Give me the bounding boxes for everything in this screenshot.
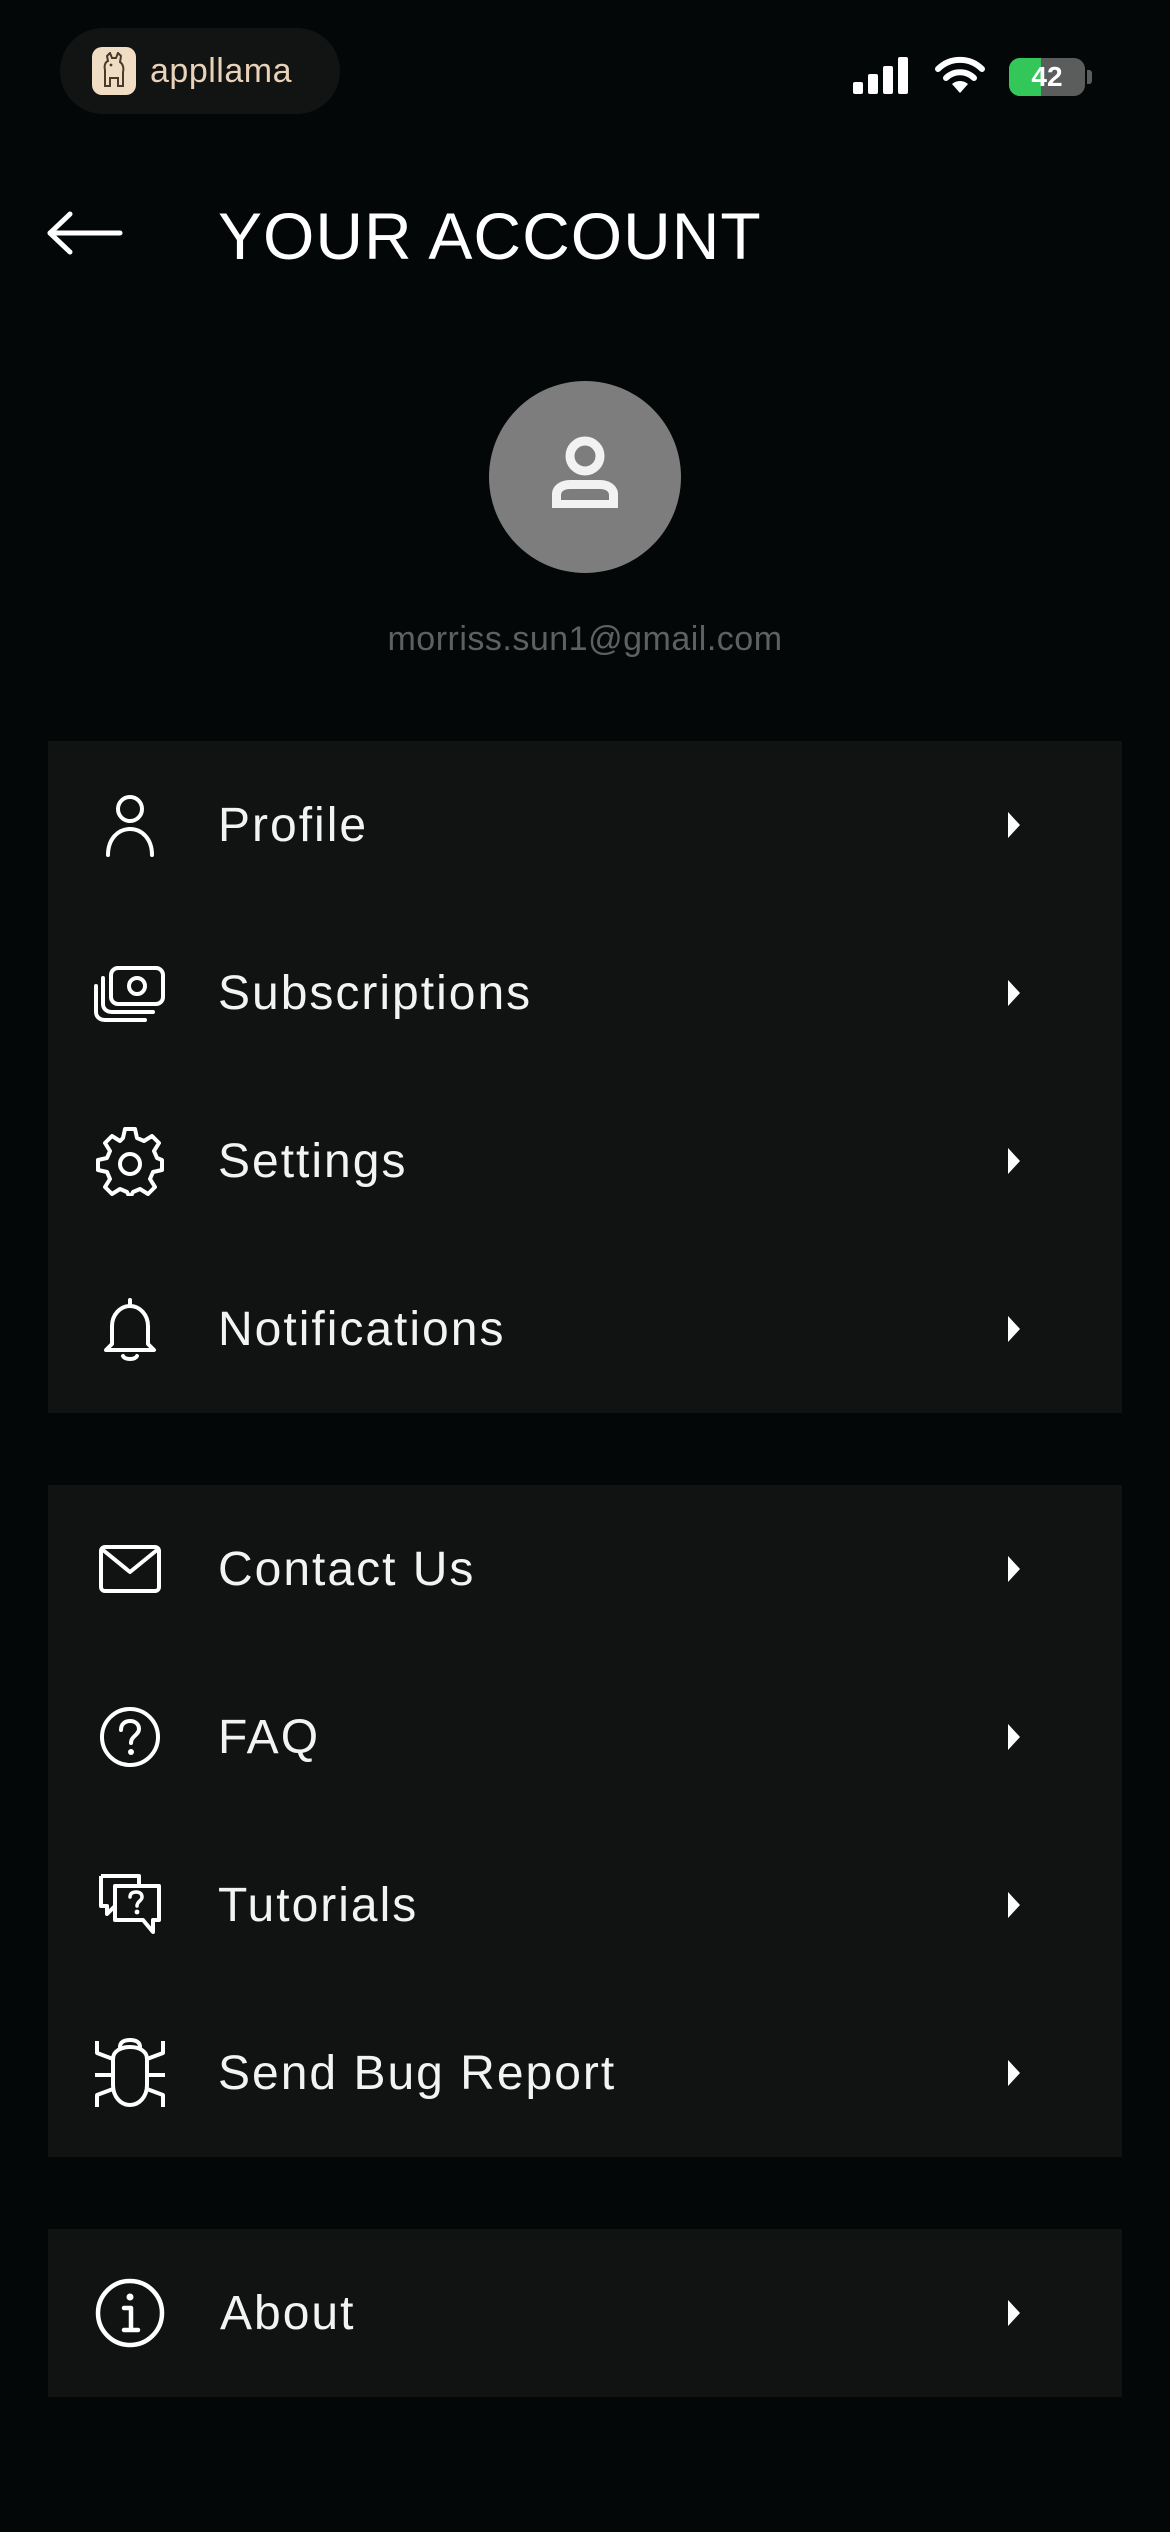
menu-label: Settings [218,1134,408,1188]
menu-label: Tutorials [218,1878,419,1932]
menu-group-about: About [48,2229,1122,2397]
menu-item-contact-us[interactable]: Contact Us [48,1485,1122,1653]
app-name-label: appllama [150,51,292,90]
back-button[interactable] [40,200,130,270]
chevron-right-icon [1002,975,1026,1011]
status-icons: 42 [853,55,1092,99]
menu-label: FAQ [218,1710,321,1764]
cellular-signal-icon [853,56,911,99]
avatar[interactable] [489,381,681,573]
menu-item-settings[interactable]: Settings [48,1077,1122,1245]
menu-label: Subscriptions [218,966,533,1020]
app-indicator-pill[interactable]: appllama [60,28,340,114]
chevron-right-icon [1002,1719,1026,1755]
battery-level: 42 [1031,61,1063,92]
menu-group-account: Profile Subscriptions Settings Notificat… [48,741,1122,1413]
battery-nub [1087,70,1092,84]
menu-item-faq[interactable]: FAQ [48,1653,1122,1821]
info-circle-icon [88,2271,172,2355]
chevron-right-icon [1002,1311,1026,1347]
menu-label: About [220,2286,356,2340]
menu-item-tutorials[interactable]: Tutorials [48,1821,1122,1989]
chevron-right-icon [1002,1143,1026,1179]
menu-label: Profile [218,798,369,852]
chevron-right-icon [1002,2055,1026,2091]
chevron-right-icon [1002,2295,1026,2331]
menu-item-about[interactable]: About [48,2229,1122,2397]
battery-charging-icon: 42 [1009,58,1085,96]
menu-item-subscriptions[interactable]: Subscriptions [48,909,1122,1077]
chevron-right-icon [1002,807,1026,843]
chat-question-icon [88,1863,172,1947]
person-icon [544,434,626,521]
menu-label: Notifications [218,1302,506,1356]
llama-logo-icon [92,47,136,95]
menu-item-send-bug-report[interactable]: Send Bug Report [48,1989,1122,2157]
bug-icon [88,2031,172,2115]
wifi-icon [933,55,987,100]
money-stack-icon [88,951,172,1035]
person-outline-icon [88,783,172,867]
menu-label: Send Bug Report [218,2046,617,2100]
gear-icon [88,1119,172,1203]
account-email: morriss.sun1@gmail.com [387,620,783,658]
status-bar: appllama 42 [0,0,1170,150]
menu-label: Contact Us [218,1542,476,1596]
arrow-left-icon [46,211,124,260]
envelope-icon [88,1527,172,1611]
bell-icon [88,1287,172,1371]
chevron-right-icon [1002,1551,1026,1587]
page-title: YOUR ACCOUNT [218,199,762,273]
menu-item-profile[interactable]: Profile [48,741,1122,909]
chevron-right-icon [1002,1887,1026,1923]
menu-item-notifications[interactable]: Notifications [48,1245,1122,1413]
question-circle-icon [88,1695,172,1779]
header: YOUR ACCOUNT [0,180,1170,290]
menu-group-support: Contact Us FAQ Tutorials Send Bug Report [48,1485,1122,2157]
